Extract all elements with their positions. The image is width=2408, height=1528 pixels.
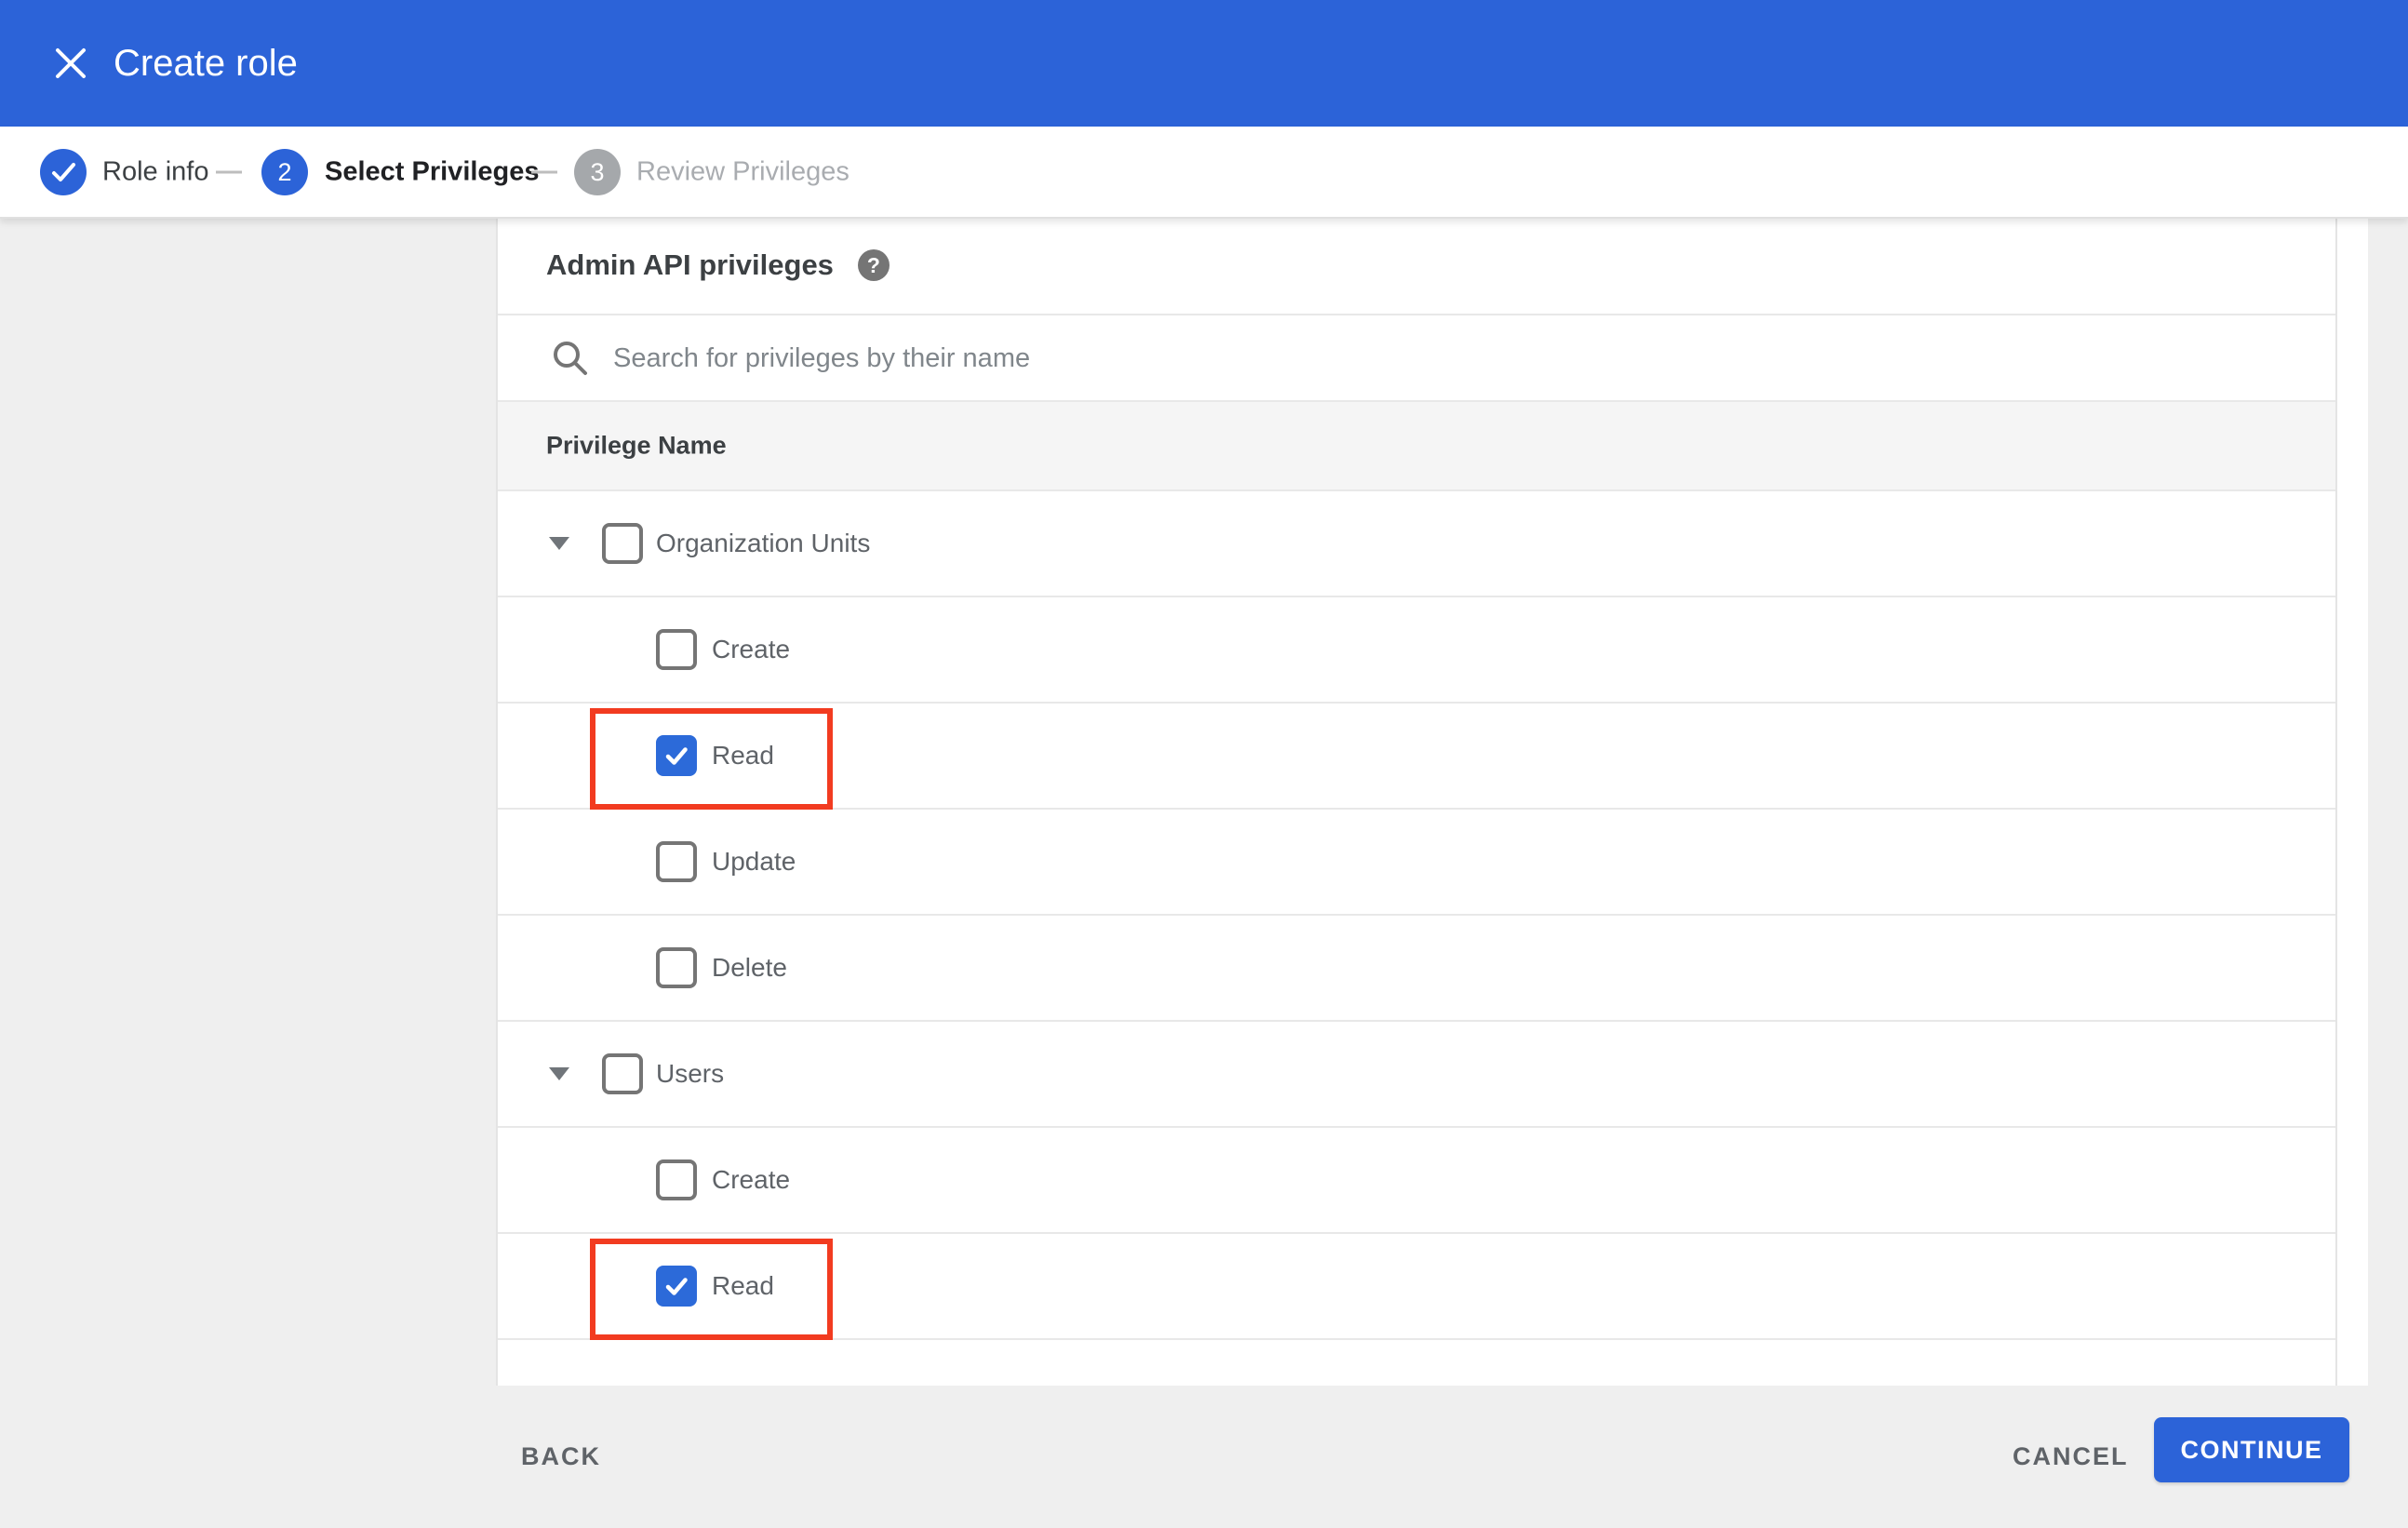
- privilege-rows: Organization Units Create Read Update De…: [498, 491, 2335, 1340]
- step-connector: [531, 170, 557, 173]
- check-icon: [52, 162, 75, 181]
- step-connector: [216, 170, 242, 173]
- privilege-label: Organization Units: [656, 529, 871, 557]
- privilege-row-delete: Delete: [498, 916, 2335, 1022]
- privilege-row-users: Users: [498, 1022, 2335, 1128]
- dialog-title: Create role: [114, 43, 298, 84]
- privilege-checkbox[interactable]: [656, 735, 697, 776]
- clipped-row: [498, 1340, 2335, 1386]
- privilege-name-column-header: Privilege Name: [546, 431, 727, 460]
- privilege-label: Read: [712, 741, 774, 770]
- check-icon: [665, 1278, 688, 1295]
- privilege-row-read: Read: [498, 704, 2335, 810]
- privilege-checkbox[interactable]: [656, 1266, 697, 1307]
- help-circle-icon[interactable]: ?: [857, 249, 890, 281]
- privilege-label: Read: [712, 1271, 774, 1300]
- close-icon-glyph: [56, 48, 86, 78]
- privilege-row-create: Create: [498, 597, 2335, 704]
- app-bar: Create role: [0, 0, 2408, 127]
- create-role-dialog: Create role Role info 2 Select Privilege…: [0, 0, 2408, 1528]
- search-input[interactable]: [611, 315, 2197, 402]
- back-button[interactable]: BACK: [521, 1386, 601, 1528]
- privilege-row-update: Update: [498, 810, 2335, 916]
- step-1-label[interactable]: Role info: [102, 156, 208, 187]
- triangle-down-icon[interactable]: [549, 1067, 569, 1080]
- privileges-card: Admin API privileges ? Privilege Name: [496, 217, 2368, 1386]
- privilege-checkbox[interactable]: [656, 841, 697, 882]
- step-1-check-icon[interactable]: [40, 148, 87, 195]
- step-3-label: Review Privileges: [636, 156, 849, 186]
- cancel-button[interactable]: CANCEL: [2013, 1386, 2129, 1528]
- privilege-label: Delete: [712, 953, 787, 982]
- triangle-down-icon[interactable]: [549, 537, 569, 550]
- section-title-row: Admin API privileges ?: [498, 217, 2335, 314]
- privilege-checkbox[interactable]: [656, 947, 697, 988]
- privilege-label: Users: [656, 1059, 725, 1088]
- dialog-footer: BACK CANCEL CONTINUE: [0, 1386, 2408, 1528]
- privilege-label: Update: [712, 847, 796, 876]
- table-header-row: Privilege Name: [498, 400, 2335, 491]
- check-icon: [665, 747, 688, 765]
- privilege-label: Create: [712, 1165, 791, 1194]
- wizard-stepper: Role info 2 Select Privileges 3 Review P…: [0, 127, 2408, 219]
- privileges-card-content: Admin API privileges ? Privilege Name: [498, 217, 2337, 1386]
- privilege-row-organization-units: Organization Units: [498, 491, 2335, 597]
- privilege-label: Create: [712, 635, 791, 663]
- privilege-checkbox[interactable]: [602, 523, 643, 564]
- continue-button[interactable]: CONTINUE: [2154, 1417, 2349, 1482]
- search-icon: [554, 341, 587, 375]
- privilege-row-read: Read: [498, 1234, 2335, 1340]
- step-2-badge[interactable]: 2: [261, 148, 308, 195]
- section-title: Admin API privileges: [546, 248, 834, 281]
- privilege-row-create: Create: [498, 1128, 2335, 1234]
- privilege-checkbox[interactable]: [602, 1053, 643, 1094]
- privilege-checkbox[interactable]: [656, 629, 697, 670]
- close-icon[interactable]: [47, 39, 95, 87]
- step-3-badge: 3: [574, 148, 621, 195]
- privilege-checkbox[interactable]: [656, 1159, 697, 1200]
- privilege-search-row: [498, 314, 2335, 402]
- step-2-label[interactable]: Select Privileges: [325, 156, 540, 187]
